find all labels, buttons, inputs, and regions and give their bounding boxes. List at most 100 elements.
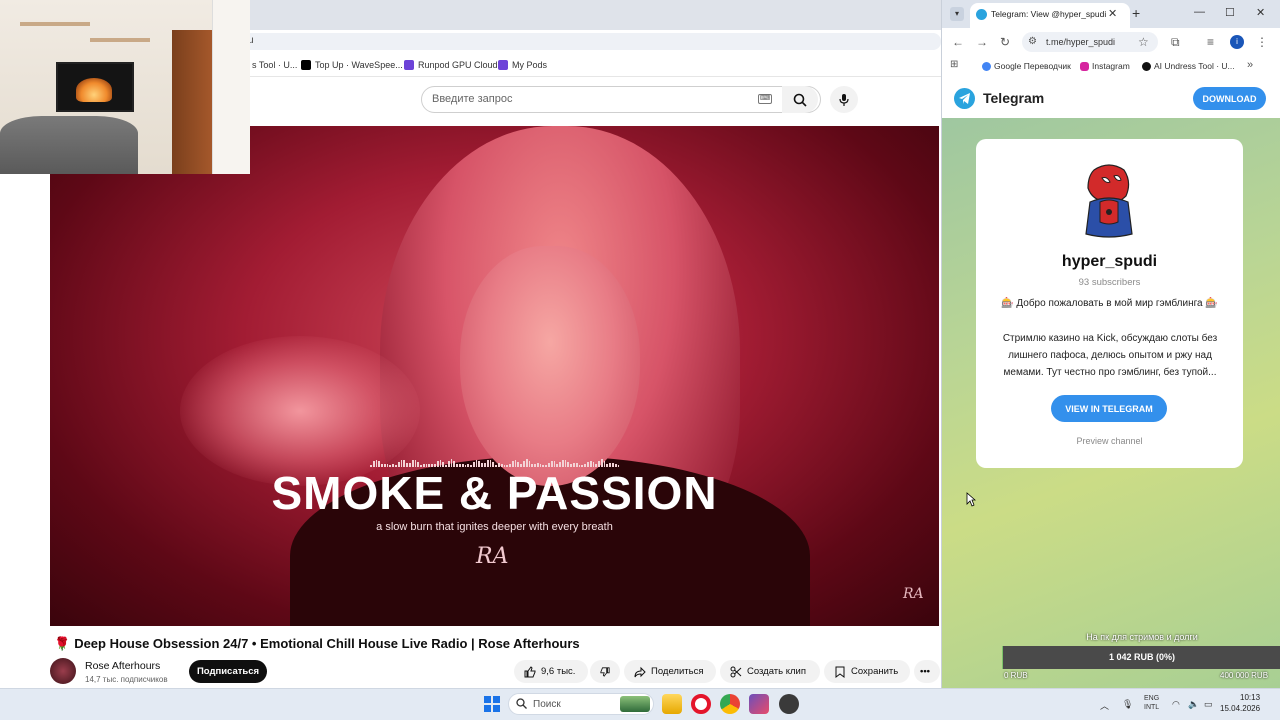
channel-welcome-text: 🎰 Добро пожаловать в мой мир гэмблинга 🎰 xyxy=(1001,298,1218,309)
donation-goal-label: На пк для стримов и долги xyxy=(1086,632,1198,642)
share-label: Поделиться xyxy=(651,666,704,677)
thumbs-down-icon xyxy=(600,666,610,677)
bookmark-wavespeed-label: Top Up · WaveSpee... xyxy=(315,60,403,70)
minimize-icon[interactable]: — xyxy=(1194,6,1205,18)
video-title: 🌹 Deep House Obsession 24/7 • Emotional C… xyxy=(54,636,580,652)
webcam-cabinet xyxy=(172,30,212,174)
channel-name[interactable]: Rose Afterhours xyxy=(85,660,160,672)
bookmark-instagram-label: Instagram xyxy=(1092,61,1130,71)
bookmark-tool-label: s Tool · U... xyxy=(252,60,298,70)
ai-tool-icon xyxy=(1142,61,1151,71)
webcam-overlay xyxy=(0,0,250,174)
star-icon[interactable]: ☆ xyxy=(1138,35,1149,49)
bookmark-tool[interactable]: s Tool · U... xyxy=(252,60,297,70)
subscribe-button[interactable]: Подписаться xyxy=(189,660,267,683)
pods-icon xyxy=(498,60,508,70)
webcam-shelf xyxy=(20,22,90,26)
rose-icon: 🌹 xyxy=(54,636,71,651)
windows-start-icon[interactable] xyxy=(484,696,500,712)
download-button[interactable]: DOWNLOAD xyxy=(1193,87,1266,110)
bookmark-ai-tool[interactable]: AI Undress Tool · U... xyxy=(1142,61,1235,71)
tray-chevron-icon[interactable]: ︿ xyxy=(1100,699,1109,712)
youtube-search-button[interactable] xyxy=(782,86,818,113)
volume-icon[interactable]: 🔈 xyxy=(1188,699,1199,710)
telegram-app-name: Telegram xyxy=(983,90,1045,106)
video-corner-watermark: RA xyxy=(903,586,924,602)
preview-channel-link[interactable]: Preview channel xyxy=(976,436,1243,446)
bookmark-ai-tool-label: AI Undress Tool · U... xyxy=(1154,61,1235,71)
tab-search-button[interactable]: ▾ xyxy=(950,7,964,21)
view-in-telegram-button[interactable]: VIEW IN TELEGRAM xyxy=(1051,395,1167,422)
microphone-tray-icon[interactable]: 🎙 xyxy=(1122,699,1133,710)
site-info-icon[interactable]: ⚙ xyxy=(1028,36,1037,47)
channel-avatar-spiderman-icon xyxy=(1085,164,1133,238)
battery-icon[interactable]: ▭ xyxy=(1204,699,1213,710)
channel-name: hyper_spudi xyxy=(1061,253,1158,270)
channel-avatar[interactable] xyxy=(50,658,76,684)
clock-date: 15.04.2026 xyxy=(1220,704,1261,713)
language-indicator[interactable]: ENG INTL xyxy=(1144,694,1159,712)
more-bookmarks-icon[interactable]: » xyxy=(1247,59,1253,71)
close-window-icon[interactable]: ✕ xyxy=(1256,6,1265,19)
bookmark-runpod[interactable]: Runpod GPU Cloud xyxy=(404,60,498,70)
bookmark-runpod-label: Runpod GPU Cloud xyxy=(418,60,498,70)
profile-avatar-icon[interactable]: i xyxy=(1230,35,1244,49)
save-button[interactable]: Сохранить xyxy=(824,660,910,683)
like-button[interactable]: 9,6 тыс. xyxy=(514,660,588,683)
more-dots-icon: ••• xyxy=(920,666,930,677)
share-button[interactable]: Поделиться xyxy=(624,660,716,683)
system-clock[interactable]: 10:13 15.04.2026 xyxy=(1220,692,1260,714)
youtube-search-placeholder: Введите запрос xyxy=(432,93,513,105)
more-actions-button[interactable]: ••• xyxy=(914,660,940,683)
forward-icon[interactable]: → xyxy=(976,35,988,49)
dislike-button[interactable] xyxy=(590,660,620,683)
apps-grid-icon[interactable]: ⊞ xyxy=(950,59,958,70)
clock-time: 10:13 xyxy=(1240,693,1261,702)
app-icon[interactable] xyxy=(749,694,769,714)
language-top: ENG xyxy=(1144,695,1160,702)
back-icon[interactable]: ← xyxy=(952,35,964,49)
file-explorer-icon[interactable] xyxy=(662,694,682,714)
google-icon xyxy=(982,61,991,71)
webcam-shelf xyxy=(90,38,150,42)
bookmark-google-translate[interactable]: Google Переводчик xyxy=(982,61,1071,71)
clip-label: Создать клип xyxy=(747,666,806,677)
taskbar-search-icon xyxy=(516,698,527,709)
bookmark-my-pods[interactable]: My Pods xyxy=(498,60,547,70)
search-icon xyxy=(793,93,807,107)
telegram-favicon-icon xyxy=(976,9,987,20)
wifi-icon[interactable]: ◠ xyxy=(1172,699,1180,710)
telegram-tab-title: Telegram: View @hyper_spudi xyxy=(991,9,1107,19)
channel-description: Стримлю казино на Kick, обсуждаю слоты б… xyxy=(1002,333,1218,378)
obs-icon[interactable] xyxy=(779,694,799,714)
instagram-icon xyxy=(1080,61,1089,71)
telegram-window: ▾ Telegram: View @hyper_spudi ✕ + — ☐ ✕ … xyxy=(941,0,1280,688)
chrome-icon[interactable] xyxy=(720,694,740,714)
keyboard-icon[interactable]: ⌨ xyxy=(758,94,772,104)
browser-menu-icon[interactable]: ⋮ xyxy=(1256,35,1268,49)
webcam-fire xyxy=(76,78,112,102)
bookmark-google-translate-label: Google Переводчик xyxy=(994,61,1071,71)
media-icon[interactable]: ≡ xyxy=(1207,35,1214,49)
webcam-chair xyxy=(0,116,138,174)
bookmark-instagram[interactable]: Instagram xyxy=(1080,61,1130,71)
bookmark-wavespeed[interactable]: Top Up · WaveSpee... xyxy=(301,60,403,70)
donation-progress-text: 1 042 RUB (0%) xyxy=(1108,652,1176,662)
language-bottom: INTL xyxy=(1144,704,1160,711)
opera-icon[interactable] xyxy=(691,694,711,714)
close-tab-icon[interactable]: ✕ xyxy=(1108,7,1117,20)
voice-search-button[interactable] xyxy=(830,86,858,113)
reload-icon[interactable]: ↻ xyxy=(1000,35,1010,49)
webcam-door xyxy=(212,0,250,174)
share-icon xyxy=(634,666,646,677)
youtube-address-bar[interactable] xyxy=(238,33,941,50)
extensions-icon[interactable]: ⧉ xyxy=(1171,35,1180,50)
bookmark-icon xyxy=(835,666,845,678)
telegram-url: t.me/hyper_spudi xyxy=(1046,37,1116,47)
clip-button[interactable]: Создать клип xyxy=(720,660,820,683)
video-overlay-subtitle: a slow burn that ignites deeper with eve… xyxy=(376,521,613,533)
maximize-icon[interactable]: ☐ xyxy=(1225,6,1235,19)
video-player[interactable]: SMOKE & PASSION a slow burn that ignites… xyxy=(50,126,939,626)
save-label: Сохранить xyxy=(851,666,899,677)
new-tab-icon[interactable]: + xyxy=(1132,5,1140,21)
